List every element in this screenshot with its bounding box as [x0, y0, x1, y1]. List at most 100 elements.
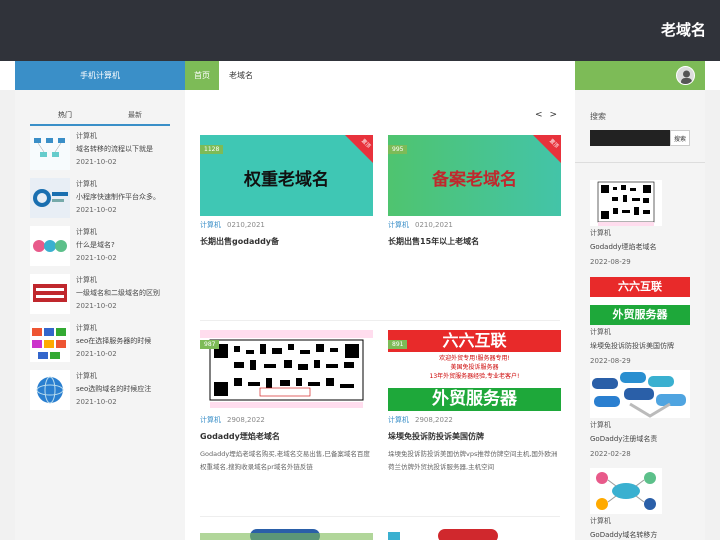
card-category[interactable]: 计算机 — [388, 416, 409, 424]
flow-diagram-thumbnail — [30, 130, 70, 170]
view-count-badge: 1128 — [200, 145, 224, 154]
sidebar-item[interactable]: 计算机 seo选购域名的时候应注 2021-10-02 — [30, 370, 180, 410]
sidebar-item[interactable]: 计算机 seo在选择服务器的时候 2021-10-02 — [30, 322, 180, 362]
ad-line: 美国免投诉服务器 — [450, 364, 499, 371]
card-description: 垛堧免投诉防投诉美国仿牌vps推荐仿牌空间主机,国外欧洲荷兰仿牌外贸抗投诉服务器… — [388, 450, 558, 471]
main-content: < > 权重老域名 1128 置顶 计算机 0210,2021 长期出售godad… — [185, 90, 575, 540]
article-card[interactable]: 六六互联 欢迎外贸专用!服务器专用! 美国免投诉服务器 13年外贸服务器经验,专… — [388, 330, 561, 474]
item-title[interactable]: 一级域名和二级域名的区别 — [76, 288, 160, 298]
card-category[interactable]: 计算机 — [200, 221, 221, 229]
item-date: 2022-02-28 — [590, 450, 631, 458]
nav-user-area — [575, 61, 705, 90]
item-category: 计算机 — [76, 180, 97, 188]
thumb-text-bottom: 外贸服务器 — [590, 305, 690, 325]
item-title[interactable]: seo在选择服务器的时候 — [76, 336, 151, 346]
sidebar-tabs: 热门 最新 — [30, 108, 170, 126]
laoyuming-thumbnail — [30, 274, 70, 314]
item-title[interactable]: 小程序快速制作平台众多。 — [76, 192, 160, 202]
item-date: 2022-08-29 — [590, 357, 631, 365]
card-image[interactable]: 六六互联 欢迎外贸专用!服务器专用! 美国免投诉服务器 13年外贸服务器经验,专… — [388, 330, 561, 411]
card-image[interactable]: 权重老域名 1128 置顶 — [200, 135, 373, 216]
item-date: 2021-10-02 — [76, 158, 117, 166]
item-category: 计算机 — [76, 132, 97, 140]
card-date: 0210,2021 — [415, 221, 453, 229]
site-title[interactable]: 老域名 — [661, 19, 706, 40]
sidebar-article[interactable]: 计算机 Godaddy堙焰老域名 2022-08-29 — [590, 180, 700, 266]
item-date: 2022-08-29 — [590, 258, 631, 266]
sidebar-article[interactable]: 计算机 GoDaddy域名转移方 — [590, 468, 700, 540]
qr-code-image — [200, 330, 373, 411]
card-title[interactable]: 长期出售15年以上老域名 — [388, 236, 561, 247]
tld-bubbles-thumbnail — [590, 370, 690, 418]
liuliu-thumbnail: 六六互联 外贸服务器 — [590, 277, 690, 325]
network-thumbnail — [590, 468, 662, 514]
breadcrumb[interactable]: 老域名 — [229, 61, 253, 90]
card-title[interactable]: Godaddy堙焰老域名 — [200, 431, 373, 442]
item-category: 计算机 — [76, 324, 97, 332]
card-date: 2908,2022 — [415, 416, 453, 424]
sidebar-item[interactable]: 计算机 什么是域名? 2021-10-02 — [30, 226, 180, 266]
item-title[interactable]: 垛堧免投诉防投诉美国仿牌 — [590, 341, 700, 351]
card-meta: 计算机 0210,2021 — [388, 220, 561, 230]
item-category: 计算机 — [76, 276, 97, 284]
ad-line: 13年外贸服务器经验,专业老客户! — [429, 373, 520, 380]
article-card[interactable]: 备案老域名 995 置顶 计算机 0210,2021 长期出售15年以上老域名 — [388, 135, 561, 247]
left-sidebar: 热门 最新 计算机 域名转移的流程以下就是 2021-10-02 计算机 小程序… — [15, 90, 185, 540]
search-heading: 搜索 — [590, 112, 606, 121]
gc-logo-thumbnail — [30, 178, 70, 218]
qr-thumbnail — [590, 180, 662, 226]
nav-bar: 手机计算机 首页 老域名 — [0, 61, 720, 90]
pinned-corner — [533, 135, 561, 163]
card-date: 0210,2021 — [227, 221, 265, 229]
item-category: 计算机 — [76, 372, 97, 380]
row-divider — [200, 320, 560, 321]
domain-bubbles-thumbnail — [30, 226, 70, 266]
pinned-corner — [345, 135, 373, 163]
ad-line: 欢迎外贸专用!服务器专用! — [439, 355, 510, 362]
search-button[interactable]: 搜索 — [670, 130, 690, 146]
tab-hot[interactable]: 热门 — [30, 108, 100, 124]
card-image-text: 权重老域名 — [244, 170, 329, 190]
view-count-badge: 891 — [388, 340, 408, 349]
card-title[interactable]: 垛堧免投诉防投诉美国仿牌 — [388, 431, 561, 442]
ad-banner-top: 六六互联 — [388, 330, 561, 352]
item-title[interactable]: Godaddy堙焰老域名 — [590, 242, 700, 252]
item-date: 2021-10-02 — [76, 302, 117, 310]
card-image[interactable]: 987 — [200, 330, 373, 411]
nav-menu-button[interactable]: 手机计算机 — [15, 61, 185, 90]
sidebar-article[interactable]: 六六互联 外贸服务器 计算机 垛堧免投诉防投诉美国仿牌 2022-08-29 — [590, 277, 700, 365]
article-card-partial[interactable] — [388, 526, 561, 540]
view-count-badge: 995 — [388, 145, 408, 154]
item-category: 计算机 — [590, 229, 611, 237]
item-date: 2021-10-02 — [76, 206, 117, 214]
card-meta: 计算机 0210,2021 — [200, 220, 373, 230]
sidebar-item[interactable]: 计算机 一级域名和二级域名的区别 2021-10-02 — [30, 274, 180, 314]
item-title[interactable]: GoDaddy注册域名责 — [590, 434, 700, 444]
card-image[interactable]: 备案老域名 995 置顶 — [388, 135, 561, 216]
item-title[interactable]: GoDaddy域名转移方 — [590, 530, 700, 540]
article-card[interactable]: 987 计算机 2908,2022 Godaddy堙焰老域名 Godaddy堙焰老… — [200, 330, 373, 474]
thumb-text-top: 六六互联 — [590, 277, 690, 297]
globe-thumbnail — [30, 370, 70, 410]
article-card[interactable]: 权重老域名 1128 置顶 计算机 0210,2021 长期出售godaddy备 — [200, 135, 373, 247]
nav-home-link[interactable]: 首页 — [185, 61, 219, 90]
avatar[interactable] — [676, 66, 695, 85]
article-card-partial[interactable] — [200, 526, 373, 540]
item-title[interactable]: 域名转移的流程以下就是 — [76, 144, 153, 154]
card-title[interactable]: 长期出售godaddy备 — [200, 236, 373, 247]
tab-latest[interactable]: 最新 — [100, 108, 170, 124]
card-category[interactable]: 计算机 — [388, 221, 409, 229]
card-description: Godaddy堙焰老域名购买,老域名交易出售,巳备案域名百度权重域名,搜狗收录域… — [200, 450, 370, 471]
top-header: 老域名 — [0, 0, 720, 61]
sidebar-article[interactable]: 计算机 GoDaddy注册域名责 2022-02-28 — [590, 370, 700, 458]
pager-arrows[interactable]: < > — [535, 110, 559, 120]
card-category[interactable]: 计算机 — [200, 416, 221, 424]
item-title[interactable]: 什么是域名? — [76, 240, 115, 250]
item-category: 计算机 — [590, 517, 611, 525]
sidebar-item[interactable]: 计算机 小程序快速制作平台众多。 2021-10-02 — [30, 178, 180, 218]
sidebar-item[interactable]: 计算机 域名转移的流程以下就是 2021-10-02 — [30, 130, 180, 170]
item-date: 2021-10-02 — [76, 398, 117, 406]
ad-banner-bottom: 外贸服务器 — [388, 388, 561, 411]
item-title[interactable]: seo选购域名的时候应注 — [76, 384, 151, 394]
search-input[interactable] — [590, 130, 670, 146]
